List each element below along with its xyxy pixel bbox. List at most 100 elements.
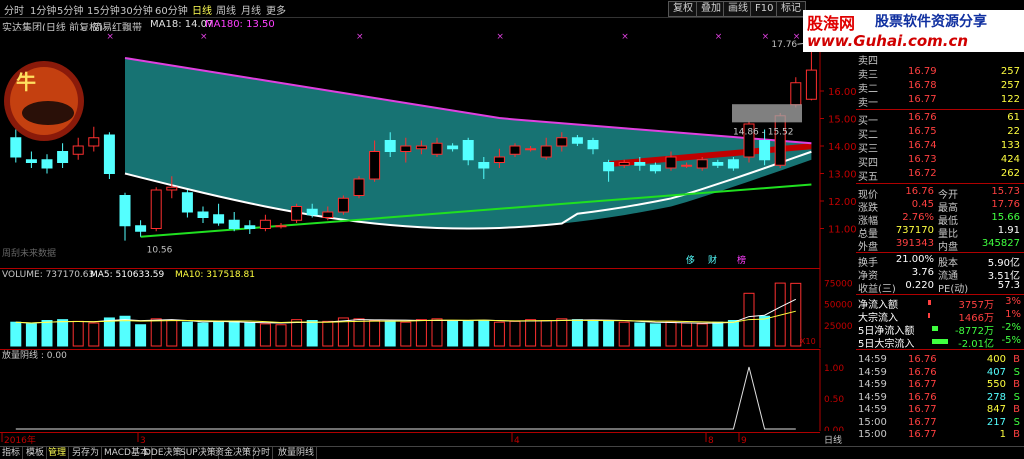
toolbar-button-3[interactable]: F10 [750, 1, 779, 17]
volume-bar [571, 319, 583, 347]
indicator-chart[interactable]: 放量阴线 : 0.00 1.00 0.50 0.00 [0, 349, 856, 431]
toolbar-button-2[interactable]: 画线 [723, 1, 753, 17]
candle-body [649, 164, 661, 172]
bottom-tab-2[interactable]: 管理 [46, 447, 70, 459]
bid-volume: 22 [1007, 126, 1020, 137]
candle-body [150, 189, 162, 229]
tick-time: 14:59 [858, 379, 887, 390]
flow-bar [928, 313, 930, 318]
top-marker: × [762, 32, 770, 42]
tick-side: B [1013, 354, 1020, 365]
candle-body [571, 137, 583, 144]
period-3[interactable]: 15分钟 [87, 2, 120, 17]
candle-body [415, 145, 427, 150]
period-5[interactable]: 60分钟 [155, 2, 188, 17]
bottom-tab-7[interactable]: 资金决策 [213, 447, 255, 459]
volume-bar [150, 318, 162, 347]
candle-body [400, 145, 412, 152]
ask-price: 16.78 [908, 80, 937, 91]
tick-price: 16.77 [908, 404, 937, 415]
tick-time: 15:00 [858, 416, 887, 428]
candle-body [353, 178, 365, 196]
flow-row: 5日净流入额 -8772万 -2% [856, 322, 1024, 337]
quote-row: 总量 737170 量比 1.91 [856, 225, 1024, 240]
bottom-tab-1[interactable]: 模板 [24, 447, 48, 459]
logo-slogan: 股票软件资源分享 [875, 14, 987, 30]
volume-chart[interactable]: VOLUME: 737170.63MA5: 510633.59 MA10: 317… [0, 268, 856, 348]
ask-label: 卖四 [858, 56, 878, 67]
flow-pct: 3% [1005, 296, 1021, 307]
quote-value: 0.45 [911, 199, 934, 210]
ask-label: 卖三 [858, 70, 878, 81]
flow-row: 大宗流入 1466万 1% [856, 309, 1024, 324]
top-marker: × [106, 32, 114, 42]
ind-tick-label: 0.00 [824, 426, 844, 431]
period-4[interactable]: 30分钟 [120, 2, 153, 17]
toolbar-button-0[interactable]: 复权 [668, 1, 698, 17]
tick-time: 14:59 [858, 404, 887, 415]
candle-body [681, 164, 693, 167]
top-marker: × [715, 32, 723, 42]
flow-bar [928, 300, 931, 305]
toolbar-button-4[interactable]: 标记 [776, 1, 806, 17]
tick-row: 15:00 16.77 1 B [856, 429, 1024, 443]
quote-label: 收益(三) [858, 284, 896, 295]
volume-bar [259, 323, 271, 347]
volume-bar [556, 318, 568, 347]
tick-time: 14:59 [858, 391, 887, 403]
quote-value-2: 345827 [981, 238, 1020, 249]
event-mark: 榜 [737, 254, 746, 266]
candle-body [478, 162, 490, 169]
period-1[interactable]: 1分钟 [30, 2, 56, 17]
quote-label: 外盘 [858, 242, 878, 253]
tick-divider [856, 349, 1024, 350]
quote-divider [856, 183, 1024, 184]
period-label: 日线 [824, 434, 842, 446]
volume-bar [447, 320, 459, 347]
toolbar-button-1[interactable]: 叠加 [696, 1, 726, 17]
bid-row: 买二 16.75 22 [856, 126, 1024, 141]
price-chart[interactable]: 16.0015.0014.0013.0012.0011.00× × × × × × × ×17… [0, 31, 856, 268]
tick-volume: 407 [986, 366, 1006, 378]
ma180-label: MA180: 13.50 [205, 19, 275, 30]
bottom-tab-3[interactable]: 另存为 [70, 447, 103, 459]
tick-side: S [1013, 416, 1020, 428]
period-9[interactable]: 更多 [266, 2, 286, 17]
quote-value: 737170 [895, 225, 934, 236]
period-2[interactable]: 5分钟 [57, 2, 83, 17]
price-tick-label: 15.00 [828, 115, 856, 126]
period-6[interactable]: 日线 [192, 2, 212, 17]
period-7[interactable]: 周线 [216, 2, 236, 17]
bid-label: 买四 [858, 158, 878, 169]
price-tick-label: 13.00 [828, 170, 856, 181]
volume-bar [431, 318, 443, 347]
candle-body [462, 140, 474, 161]
volume-bar [493, 321, 505, 347]
ind-bg [0, 349, 820, 431]
period-8[interactable]: 月线 [241, 2, 261, 17]
candle-body [509, 145, 521, 155]
volume-bar [587, 320, 599, 347]
price-tick-label: 12.00 [828, 197, 856, 208]
ask-volume: 122 [1000, 94, 1020, 105]
chart-info-bar: 实达集团(日线 前复权) 简易红飘带 MA18: 14.07 MA180: 13… [0, 18, 800, 34]
candle-body [696, 159, 708, 169]
flow-pct: -2% [1001, 322, 1021, 333]
candle-body [197, 211, 209, 218]
volume-bar [400, 321, 412, 347]
tick-time: 14:59 [858, 354, 887, 365]
bottom-tab-0[interactable]: 指标 [0, 447, 24, 459]
vol-ma10-label: MA10: 317518.81 [175, 270, 255, 280]
candle-body [712, 162, 724, 166]
bottom-tab-8[interactable]: 分时 [250, 447, 274, 459]
quote-row: 涨幅 2.76% 最低 15.66 [856, 212, 1024, 227]
ask-label: 卖二 [858, 84, 878, 95]
candle-body [618, 162, 630, 166]
candle-body [166, 186, 178, 191]
volume-bar [509, 320, 521, 347]
quote-row: 涨跌 0.45 最高 17.76 [856, 199, 1024, 214]
bottom-tab-9[interactable]: 放量阴线 [276, 447, 318, 459]
period-0[interactable]: 分时 [4, 2, 24, 17]
candle-body [603, 162, 615, 172]
volume-bar [634, 322, 646, 347]
